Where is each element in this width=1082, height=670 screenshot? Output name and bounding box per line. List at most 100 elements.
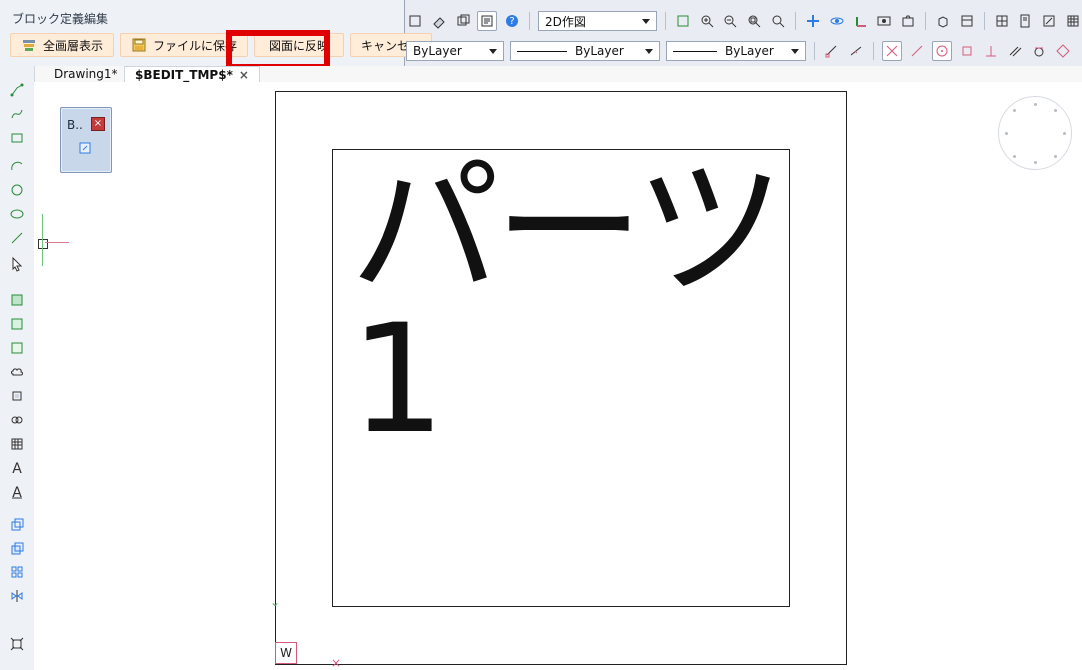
move-object-icon[interactable]: [9, 540, 25, 556]
toolbar-separator: [925, 12, 927, 30]
mirror-icon[interactable]: [9, 588, 25, 604]
revcloud-icon[interactable]: [9, 412, 25, 428]
zoom-window-icon[interactable]: [674, 12, 692, 30]
tab-bedit[interactable]: $BEDIT_TMP$* ×: [124, 66, 260, 82]
eraser-icon[interactable]: [430, 12, 448, 30]
crosshair-y-axis: [42, 214, 43, 266]
left-vertical-toolbar: A A: [0, 66, 35, 670]
show-all-layers-button[interactable]: 全画層表示: [10, 33, 115, 57]
tool-palettes-icon[interactable]: [958, 12, 976, 30]
snap-perpendicular-icon[interactable]: [982, 42, 1000, 60]
layout-icon[interactable]: [993, 12, 1011, 30]
hatch-icon[interactable]: [9, 292, 25, 308]
snap-tangent-icon[interactable]: [1030, 42, 1048, 60]
select-icon[interactable]: [9, 256, 25, 272]
region-icon[interactable]: [9, 340, 25, 356]
camera-icon[interactable]: [899, 12, 917, 30]
lineweight-select[interactable]: ByLayer: [666, 41, 806, 61]
compass-dot: [1005, 132, 1008, 135]
explode-icon[interactable]: [9, 636, 25, 652]
dwg-icon[interactable]: [1040, 12, 1058, 30]
ellipse-icon[interactable]: [9, 206, 25, 222]
layer-color-select[interactable]: ByLayer: [406, 41, 504, 61]
crosshair-grip: [38, 239, 48, 249]
chevron-down-icon: [791, 48, 799, 54]
compass-dot: [1034, 103, 1037, 106]
line-icon[interactable]: [9, 230, 25, 246]
toolbar-row-1: ? 2D作図: [406, 6, 1082, 36]
properties-icon[interactable]: [477, 11, 498, 31]
workspace-select-value: 2D作図: [545, 14, 586, 29]
close-icon[interactable]: ×: [239, 69, 249, 81]
snap-quadrant-icon[interactable]: [1054, 42, 1072, 60]
zoom-out-icon[interactable]: [722, 12, 740, 30]
snap-endpoint-icon[interactable]: [823, 42, 841, 60]
toolbar-separator: [529, 12, 531, 30]
zoom-previous-icon[interactable]: [769, 12, 787, 30]
compass-dot: [1054, 155, 1057, 158]
toolbar-row-2: ByLayer ByLayer ByLayer: [406, 36, 1082, 66]
linetype-preview: [517, 50, 567, 52]
apply-to-drawing-label: 図面に反映: [269, 38, 330, 53]
named-views-icon[interactable]: [875, 12, 893, 30]
svg-text:?: ?: [510, 16, 515, 27]
block-mini-palette[interactable]: B.. ×: [60, 107, 112, 173]
svg-text:A: A: [12, 461, 22, 476]
save-to-file-label: ファイルに保存: [153, 38, 238, 53]
workspace-select[interactable]: 2D作図: [538, 11, 657, 31]
chevron-down-icon: [489, 48, 497, 54]
ucs-icon[interactable]: [852, 12, 870, 30]
close-icon[interactable]: ×: [91, 117, 105, 131]
snap-node-icon[interactable]: [958, 42, 976, 60]
grid-icon[interactable]: [1064, 12, 1082, 30]
snap-center-icon[interactable]: [932, 41, 952, 61]
block-panel-title: ブロック定義編集: [12, 12, 109, 26]
snap-extension-icon[interactable]: [908, 42, 926, 60]
arc-icon[interactable]: [9, 158, 25, 174]
sheet-icon[interactable]: [1016, 12, 1034, 30]
orbit-icon[interactable]: [828, 12, 846, 30]
ucs-world-icon: W: [275, 642, 297, 664]
show-all-layers-label: 全画層表示: [43, 38, 104, 53]
ucs-y-indicator: ⌄: [270, 595, 281, 609]
linetype-select-content: ByLayer: [517, 44, 624, 58]
3d-box-icon[interactable]: [934, 12, 952, 30]
save-icon: [131, 37, 147, 53]
block-panel-actions: 全画層表示 ファイルに保存 図面に反映 キャンセル: [10, 33, 433, 57]
table-icon[interactable]: [9, 436, 25, 452]
pan-icon[interactable]: [804, 12, 822, 30]
block-authoring-icon[interactable]: [77, 140, 93, 156]
block-icon[interactable]: [9, 388, 25, 404]
snap-parallel-icon[interactable]: [1006, 42, 1024, 60]
linetype-select[interactable]: ByLayer: [510, 41, 660, 61]
polyline-icon[interactable]: [9, 82, 25, 98]
toolbar-separator: [664, 12, 666, 30]
toolbar-separator: [795, 12, 796, 30]
tab-label: $BEDIT_TMP$*: [135, 67, 233, 82]
rectangle-icon[interactable]: [9, 130, 25, 146]
viewcube-compass[interactable]: [998, 96, 1072, 170]
gradient-icon[interactable]: [9, 316, 25, 332]
copy-object-icon[interactable]: [9, 516, 25, 532]
toolbar-separator: [814, 42, 815, 60]
array-icon[interactable]: [9, 564, 25, 580]
apply-to-drawing-button[interactable]: 図面に反映: [254, 33, 345, 57]
toolbar-separator: [983, 12, 985, 30]
cloud-icon[interactable]: [9, 364, 25, 380]
toolbar-separator: [873, 42, 874, 60]
zoom-in-icon[interactable]: [698, 12, 716, 30]
help-icon[interactable]: ?: [503, 12, 521, 30]
mtext-icon[interactable]: A: [9, 484, 25, 500]
text-icon[interactable]: A: [9, 460, 25, 476]
layer-icon[interactable]: [406, 12, 424, 30]
copy-icon[interactable]: [454, 12, 472, 30]
zoom-extents-icon[interactable]: [745, 12, 763, 30]
spline-icon[interactable]: [9, 106, 25, 122]
save-to-file-button[interactable]: ファイルに保存: [120, 33, 249, 57]
compass-dot: [1063, 132, 1066, 135]
block-definition-panel: ブロック定義編集 全画層表示 ファイルに保存 図面に反映 キャンセル: [0, 0, 433, 66]
snap-midpoint-icon[interactable]: [847, 42, 865, 60]
mini-palette-title: B..: [67, 118, 83, 132]
circle-icon[interactable]: [9, 182, 25, 198]
snap-intersection-icon[interactable]: [882, 41, 902, 61]
